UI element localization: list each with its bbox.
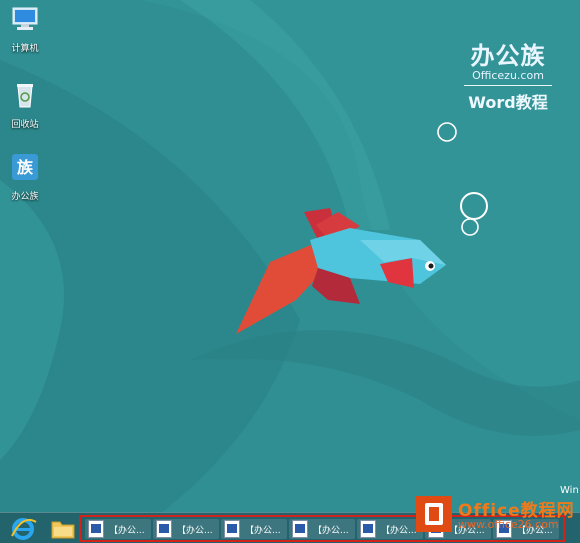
- word-document-icon: [224, 520, 240, 538]
- word-document-icon: [88, 520, 104, 538]
- brand-logo: 办公族: [470, 42, 546, 70]
- brand-site: Officezu.com: [472, 69, 544, 82]
- word-document-icon: [292, 520, 308, 538]
- taskbar-word-document[interactable]: 【办公...: [85, 519, 151, 539]
- folder-icon: [51, 521, 75, 539]
- desktop-icon-recycle-bin[interactable]: 回收站: [0, 80, 50, 130]
- taskbar-word-document[interactable]: 【办公...: [289, 519, 355, 539]
- word-document-icon: [360, 520, 376, 538]
- desktop-icon-label: 计算机: [11, 44, 39, 54]
- brand-title: Word教程: [468, 93, 548, 112]
- ie-icon: [11, 518, 37, 540]
- watermark-url: www.office26.com: [458, 518, 559, 531]
- task-label: 【办公...: [177, 526, 213, 536]
- desktop-icon-label: 回收站: [11, 120, 39, 130]
- taskbar-ie-button[interactable]: [8, 516, 38, 542]
- desktop-icon-label: 办公族: [11, 192, 39, 202]
- brand-watermark: 办公族 Officezu.com Word教程: [458, 36, 558, 113]
- desktop-icon-bangongzu[interactable]: 族 办公族: [0, 152, 50, 202]
- desktop-icon-computer[interactable]: 计算机: [0, 4, 50, 54]
- taskbar-explorer-button[interactable]: [48, 516, 78, 542]
- computer-icon: [12, 7, 38, 30]
- office26-watermark: Office教程网 www.office26.com: [412, 490, 580, 540]
- word-document-icon: [156, 520, 172, 538]
- bangongzu-icon: 族: [12, 154, 38, 180]
- brand-divider: [464, 85, 552, 86]
- task-label: 【办公...: [313, 526, 349, 536]
- taskbar-word-document[interactable]: 【办公...: [153, 519, 219, 539]
- task-label: 【办公...: [245, 526, 281, 536]
- recycle-bin-icon: [17, 84, 33, 108]
- office-logo-icon: [416, 496, 452, 532]
- task-label: 【办公...: [109, 526, 145, 536]
- desktop: 计算机 回收站 族 办公族 办公族 Officezu.com Word教程 Wi…: [0, 0, 580, 543]
- taskbar-word-document[interactable]: 【办公...: [221, 519, 287, 539]
- svg-text:族: 族: [17, 158, 34, 177]
